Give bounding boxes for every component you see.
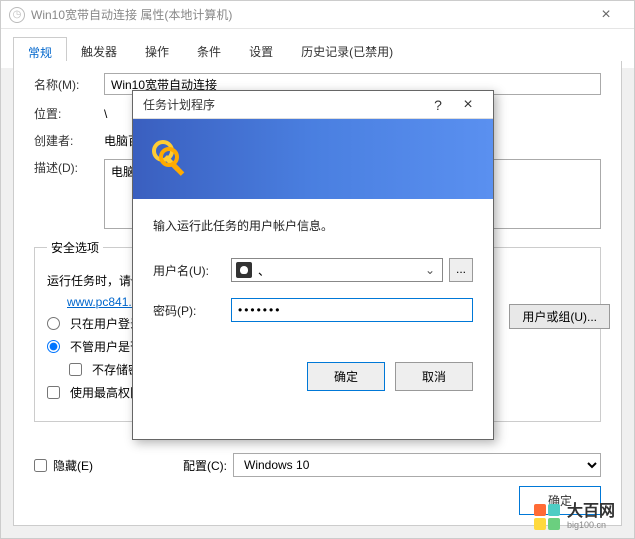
keys-icon bbox=[147, 135, 195, 183]
cred-banner bbox=[133, 119, 493, 199]
cred-ok-button[interactable]: 确定 bbox=[307, 362, 385, 391]
configure-select[interactable]: Windows 10 bbox=[233, 453, 601, 477]
security-legend: 安全选项 bbox=[47, 239, 103, 256]
creator-label: 创建者: bbox=[34, 132, 104, 149]
cred-buttons: 确定 取消 bbox=[153, 362, 473, 391]
configure-label: 配置(C): bbox=[183, 457, 227, 474]
cred-title: 任务计划程序 bbox=[143, 96, 423, 113]
description-label: 描述(D): bbox=[34, 159, 104, 176]
location-value: \ bbox=[104, 107, 107, 121]
username-value: 、 bbox=[258, 262, 422, 279]
check-highest-priv[interactable] bbox=[47, 386, 60, 399]
cred-cancel-button[interactable]: 取消 bbox=[395, 362, 473, 391]
username-label: 用户名(U): bbox=[153, 262, 231, 279]
brand-name: 大百网 bbox=[567, 503, 615, 521]
brand-logo-icon bbox=[533, 503, 561, 531]
radio-logged-on[interactable] bbox=[47, 317, 60, 330]
password-label: 密码(P): bbox=[153, 302, 231, 319]
chevron-down-icon[interactable]: ⌄ bbox=[422, 263, 438, 277]
name-label: 名称(M): bbox=[34, 76, 104, 93]
main-close-button[interactable]: × bbox=[586, 6, 626, 24]
cred-message: 输入运行此任务的用户帐户信息。 bbox=[153, 217, 473, 234]
bottom-row: 隐藏(E) 配置(C): Windows 10 bbox=[34, 453, 601, 477]
main-titlebar: ◷ Win10宽带自动连接 属性(本地计算机) × bbox=[1, 1, 634, 29]
check-no-store-pwd[interactable] bbox=[69, 363, 82, 376]
run-as-label: 运行任务时，请使 bbox=[47, 272, 143, 289]
radio-any-user[interactable] bbox=[47, 340, 60, 353]
brand-url: big100.cn bbox=[567, 521, 615, 531]
main-title: Win10宽带自动连接 属性(本地计算机) bbox=[31, 6, 586, 23]
check-hidden-label: 隐藏(E) bbox=[53, 457, 93, 474]
cred-close-button[interactable]: × bbox=[453, 96, 483, 114]
location-label: 位置: bbox=[34, 105, 104, 122]
user-icon bbox=[236, 262, 252, 278]
change-user-button[interactable]: 用户或组(U)... bbox=[509, 304, 610, 329]
credential-dialog: 任务计划程序 ? × 输入运行此任务的用户帐户信息。 用户名(U): 、 ⌄ .… bbox=[132, 90, 494, 440]
check-hidden[interactable] bbox=[34, 459, 47, 472]
username-combo[interactable]: 、 ⌄ bbox=[231, 258, 443, 282]
clock-icon: ◷ bbox=[9, 7, 25, 23]
brand-watermark: 大百网 big100.cn bbox=[533, 503, 615, 531]
cred-body: 输入运行此任务的用户帐户信息。 用户名(U): 、 ⌄ ... 密码(P): 确… bbox=[133, 199, 493, 409]
password-input[interactable] bbox=[231, 298, 473, 322]
cred-help-button[interactable]: ? bbox=[423, 97, 453, 113]
cred-titlebar: 任务计划程序 ? × bbox=[133, 91, 493, 119]
browse-user-button[interactable]: ... bbox=[449, 258, 473, 282]
